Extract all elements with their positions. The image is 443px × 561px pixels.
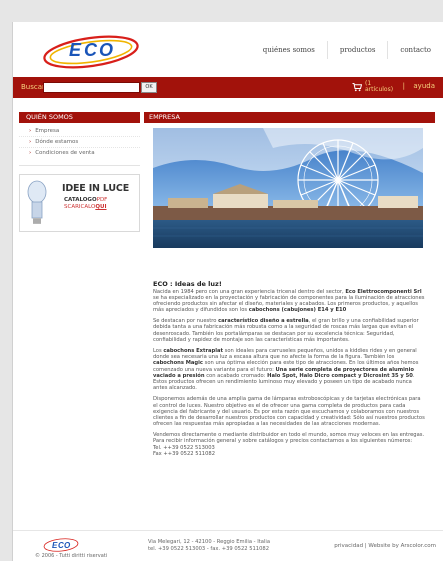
paragraph-3: Los cabochons Extraplat son ideales para…	[153, 348, 419, 391]
page: ECO quiénes somos productos contacto Bus…	[12, 22, 443, 561]
paragraph-1: Nacida en 1984 pero con una gran experie…	[153, 288, 425, 313]
article: ECO : Ideas de luz! Nacida en 1984 pero …	[153, 280, 425, 462]
footer-links[interactable]: privacidad | Website by Arscolor.com	[334, 543, 436, 549]
sidebar: QUIÉN SOMOS Empresa Dónde estamos Condic…	[19, 112, 140, 232]
nav-contacto[interactable]: contacto	[387, 40, 443, 59]
svg-text:C: C	[84, 40, 98, 60]
paragraph-2: Se destacan por nuestro característico d…	[153, 318, 419, 343]
sidebar-item-donde-estamos[interactable]: Dónde estamos	[19, 137, 140, 148]
bulb-icon	[27, 180, 47, 224]
footer-logo: ECO	[43, 538, 79, 552]
ayuda-link[interactable]: ayuda	[413, 82, 435, 90]
search-bar: Buscar: OK (1 artículos) | ayuda	[13, 77, 443, 98]
fax-number: Fax ++39 0522 511082	[153, 450, 216, 457]
sidebar-heading: QUIÉN SOMOS	[19, 112, 140, 123]
svg-text:E: E	[69, 40, 82, 60]
search-ok-button[interactable]: OK	[141, 82, 157, 93]
top-nav: quiénes somos productos contacto	[151, 22, 443, 77]
main-content: EMPRESA ECO: Ideas de luz! Nacida en 19…	[144, 112, 435, 457]
sidebar-menu: Empresa Dónde estamos Condiciones de ven…	[19, 123, 140, 166]
eco-logo[interactable]: ECO	[41, 30, 141, 70]
ferris-wheel-photo	[153, 128, 423, 248]
nav-quienes-somos[interactable]: quiénes somos	[251, 41, 327, 59]
banner-download: SCARICALOQUI	[64, 204, 107, 210]
banner-catalog: CATALOGOPDF	[64, 197, 108, 203]
cart-icon	[352, 83, 362, 92]
content-heading: EMPRESA	[144, 112, 435, 123]
nav-productos[interactable]: productos	[326, 40, 388, 59]
cart-link[interactable]: (1 artículos)	[352, 81, 395, 93]
cart-count: (1 artículos)	[365, 80, 394, 93]
footer-address: Via Melegari, 12 - 42100 - Reggio Emilia…	[148, 539, 271, 552]
svg-text:O: O	[99, 40, 113, 60]
search-input[interactable]	[43, 82, 140, 93]
paragraph-5: Vendemos directamente o mediante distrib…	[153, 432, 425, 457]
sidebar-item-condiciones[interactable]: Condiciones de venta	[19, 148, 140, 159]
header: ECO quiénes somos productos contacto	[13, 22, 443, 77]
header-separator: |	[402, 82, 405, 90]
paragraph-4: Disponemos además de una amplia gama de …	[153, 396, 425, 427]
copyright: © 2006 - Tutti diritti riservati	[35, 553, 108, 559]
catalog-banner[interactable]: IDEE IN LUCE CATALOGOPDF SCARICALOQUI	[19, 174, 140, 232]
footer: ECO © 2006 - Tutti diritti riservati Via…	[13, 530, 443, 561]
article-title: ECO : Ideas de luz!	[153, 280, 222, 288]
sidebar-item-empresa[interactable]: Empresa	[19, 126, 140, 137]
svg-text:O: O	[64, 541, 71, 550]
banner-title: IDEE IN LUCE	[62, 183, 129, 194]
phone-number: Tel. ++39 0522 513003	[153, 444, 215, 451]
